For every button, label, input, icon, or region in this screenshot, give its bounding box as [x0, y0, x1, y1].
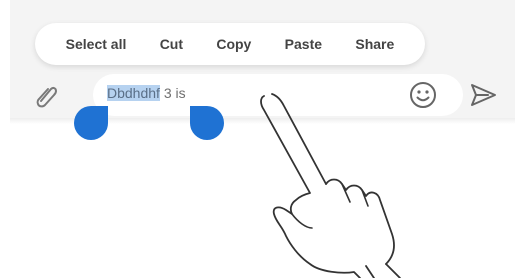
message-text: Dbdhdhf 3 is	[107, 85, 186, 101]
copy-option[interactable]: Copy	[216, 36, 251, 52]
selection-end-handle[interactable]	[190, 106, 224, 140]
paste-option[interactable]: Paste	[285, 36, 322, 52]
pointing-hand-icon	[260, 93, 401, 278]
selection-start-handle[interactable]	[74, 106, 108, 140]
select-all-option[interactable]: Select all	[66, 36, 127, 52]
text-selection-menu: Select all Cut Copy Paste Share	[35, 23, 425, 65]
cut-option[interactable]: Cut	[160, 36, 183, 52]
unselected-text: 3 is	[159, 85, 186, 101]
screen: Select all Cut Copy Paste Share Dbdhdhf …	[0, 0, 515, 280]
share-option[interactable]: Share	[355, 36, 394, 52]
selected-text: Dbdhdhf	[107, 85, 160, 101]
paperclip-icon[interactable]	[32, 80, 62, 110]
send-icon[interactable]	[468, 81, 498, 109]
